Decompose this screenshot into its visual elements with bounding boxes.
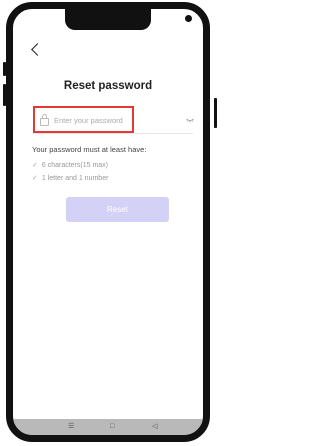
system-nav-bar: ☰ □ ◁ (13, 419, 203, 435)
phone-frame: Reset password Your password must at lea… (6, 2, 210, 442)
password-rule-length: ✓ 6 characters(15 max) (32, 161, 108, 169)
side-button-right (214, 98, 217, 128)
password-rules-heading: Your password must at least have: (32, 145, 147, 154)
password-input[interactable] (54, 113, 132, 127)
back-icon[interactable]: ◁ (152, 422, 157, 431)
menu-icon[interactable]: ☰ (68, 422, 74, 431)
reset-button[interactable]: Reset (66, 197, 169, 222)
eye-closed-icon[interactable] (186, 118, 194, 123)
lock-icon (40, 114, 49, 126)
check-icon: ✓ (32, 162, 38, 169)
page-title: Reset password (63, 80, 153, 92)
password-rule-letter-number: ✓ 1 letter and 1 number (32, 174, 108, 182)
password-field[interactable] (33, 106, 134, 133)
check-icon: ✓ (32, 175, 38, 182)
back-arrow-icon[interactable] (31, 43, 44, 56)
password-field-underline (33, 133, 193, 134)
password-rule-length-text: 6 characters(15 max) (41, 162, 109, 169)
home-icon[interactable]: □ (110, 422, 114, 431)
phone-notch (65, 9, 151, 30)
camera-icon (185, 15, 192, 22)
password-rule-letter-number-text: 1 letter and 1 number (41, 175, 109, 182)
